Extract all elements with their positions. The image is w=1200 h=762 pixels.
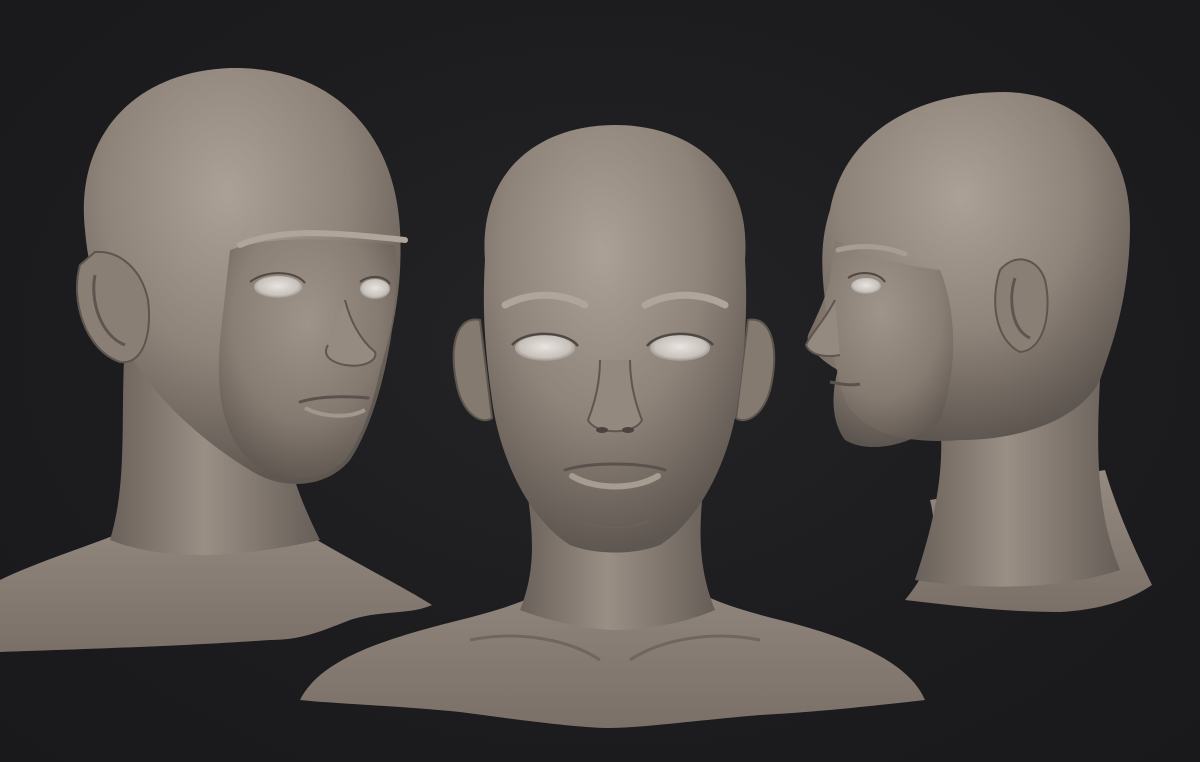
nostril-right-front (622, 427, 634, 433)
eye-left-view-a (254, 276, 302, 298)
sculpt-render (0, 0, 1200, 762)
head-profile-right (804, 92, 1152, 612)
nostril-left-front (596, 427, 608, 433)
head-three-quarter-left (0, 67, 432, 652)
eye-left-view-b (360, 279, 390, 299)
sculpt-canvas (0, 67, 1152, 728)
eye-right-view (851, 278, 881, 294)
